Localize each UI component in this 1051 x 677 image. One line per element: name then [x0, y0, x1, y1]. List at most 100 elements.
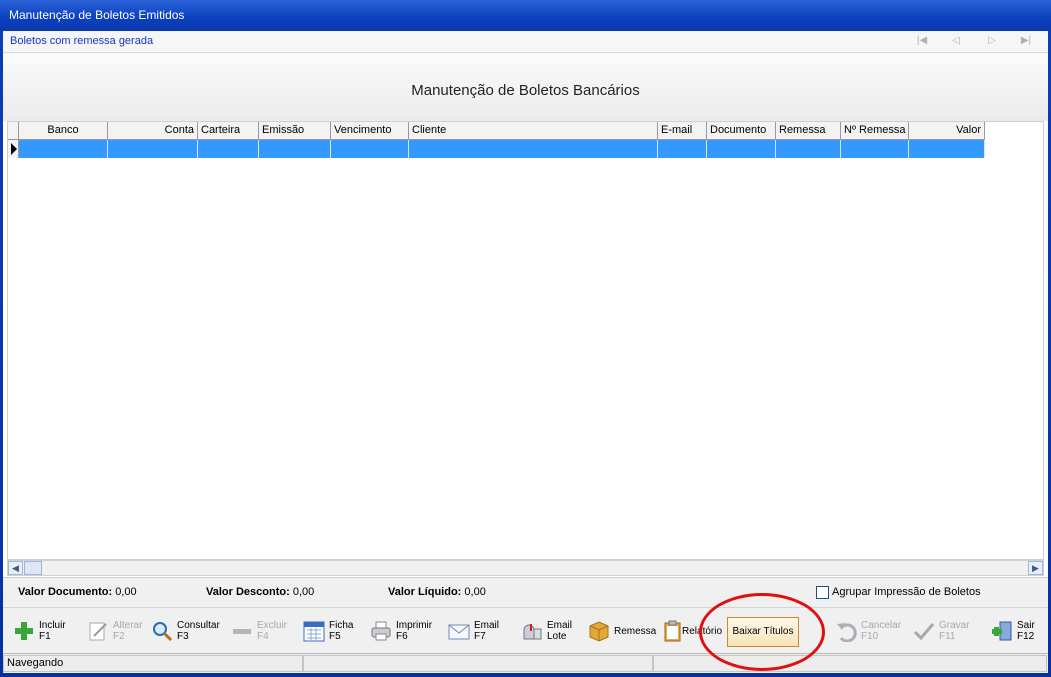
envelope-icon	[448, 620, 470, 642]
valor-desconto-label: Valor Desconto:	[206, 586, 290, 598]
imprimir-key: F6	[396, 631, 408, 642]
relatorio-label: Relatório	[682, 625, 723, 637]
status-bar: Navegando	[3, 653, 1048, 673]
incluir-key: F1	[39, 631, 51, 642]
email-key: F7	[474, 631, 486, 642]
status-panel-2	[303, 655, 653, 672]
cell-cliente[interactable]	[409, 140, 658, 158]
col-emissao[interactable]: Emissão	[259, 122, 331, 140]
checkmark-icon	[913, 620, 935, 642]
table-row[interactable]	[8, 140, 985, 158]
cell-email[interactable]	[658, 140, 707, 158]
cell-conta[interactable]	[108, 140, 198, 158]
imprimir-button[interactable]: Imprimir F6	[370, 614, 432, 648]
client-area: Boletos com remessa gerada |◀ ◁ ▷ ▶| Man…	[3, 31, 1048, 673]
email-lote-label-2: Lote	[547, 631, 567, 642]
ficha-button[interactable]: Ficha F5	[303, 614, 353, 648]
col-n-remessa[interactable]: Nº Remessa	[841, 122, 909, 140]
email-label: Email	[474, 620, 500, 631]
consultar-key: F3	[177, 631, 189, 642]
relatorio-button[interactable]: Relatório	[662, 614, 722, 648]
valor-desconto-value: 0,00	[292, 586, 315, 598]
cell-vencimento[interactable]	[331, 140, 409, 158]
excluir-label: Excluir	[257, 620, 288, 631]
gravar-button[interactable]: Gravar F11	[913, 614, 970, 648]
col-valor[interactable]: Valor	[909, 122, 985, 140]
row-indicator-header	[8, 122, 19, 140]
col-conta[interactable]: Conta	[108, 122, 198, 140]
calendar-icon	[303, 620, 325, 642]
printer-icon	[370, 620, 392, 642]
last-record-icon[interactable]: ▶|	[1019, 35, 1033, 47]
gravar-key: F11	[939, 631, 956, 642]
consultar-button[interactable]: Consultar F3	[151, 614, 220, 648]
sub-header: Boletos com remessa gerada |◀ ◁ ▷ ▶|	[3, 31, 1048, 53]
mailbox-icon	[521, 620, 543, 642]
ficha-label: Ficha	[329, 620, 354, 631]
alterar-key: F2	[113, 631, 125, 642]
cell-valor[interactable]	[909, 140, 985, 158]
col-remessa[interactable]: Remessa	[776, 122, 841, 140]
cell-remessa[interactable]	[776, 140, 841, 158]
col-cliente[interactable]: Cliente	[409, 122, 658, 140]
imprimir-label: Imprimir	[396, 620, 433, 631]
first-record-icon[interactable]: |◀	[915, 35, 929, 47]
cell-banco[interactable]	[19, 140, 108, 158]
sair-button[interactable]: Sair F12	[991, 614, 1035, 648]
cancelar-key: F10	[861, 631, 879, 642]
sair-key: F12	[1017, 631, 1035, 642]
scroll-left-icon[interactable]: ◀	[8, 561, 23, 575]
valor-desconto: Valor Desconto: 0,00	[206, 586, 314, 598]
cell-n-remessa[interactable]	[841, 140, 909, 158]
email-lote-label: Email	[547, 620, 573, 631]
baixar-titulos-button[interactable]: Baixar Títulos	[727, 617, 799, 647]
excluir-key: F4	[257, 631, 269, 642]
status-mode: Navegando	[3, 655, 303, 672]
app-window: Manutenção de Boletos Emitidos Boletos c…	[0, 0, 1051, 677]
exit-door-icon	[991, 620, 1013, 642]
scroll-right-icon[interactable]: ▶	[1028, 561, 1043, 575]
col-vencimento[interactable]: Vencimento	[331, 122, 409, 140]
alterar-label: Alterar	[113, 620, 143, 631]
magnifier-icon	[151, 620, 173, 642]
remessa-button[interactable]: Remessa	[588, 614, 656, 648]
page-title: Manutenção de Boletos Bancários	[411, 82, 640, 99]
clipboard-icon	[662, 620, 684, 642]
agrupar-checkbox[interactable]	[816, 586, 829, 599]
prev-record-icon[interactable]: ◁	[949, 35, 963, 47]
header-band: Manutenção de Boletos Bancários	[3, 53, 1048, 121]
cell-carteira[interactable]	[198, 140, 259, 158]
col-email[interactable]: E-mail	[658, 122, 707, 140]
cell-emissao[interactable]	[259, 140, 331, 158]
valor-liquido-value: 0,00	[464, 586, 486, 598]
incluir-button[interactable]: Incluir F1	[13, 614, 66, 648]
excluir-button[interactable]: Excluir F4	[231, 614, 287, 648]
agrupar-label[interactable]: Agrupar Impressão de Boletos	[832, 586, 981, 598]
col-carteira[interactable]: Carteira	[198, 122, 259, 140]
package-icon	[588, 620, 610, 642]
remessa-label: Remessa	[614, 625, 657, 637]
horizontal-scrollbar[interactable]: ◀ ▶	[7, 560, 1044, 576]
scroll-thumb[interactable]	[24, 561, 42, 575]
window-title: Manutenção de Boletos Emitidos	[0, 0, 1051, 31]
grid-header: Banco Conta Carteira Emissão Vencimento …	[8, 122, 985, 140]
email-button[interactable]: Email F7	[448, 614, 499, 648]
edit-icon	[87, 620, 109, 642]
minus-icon	[231, 620, 253, 642]
undo-icon	[835, 620, 857, 643]
col-documento[interactable]: Documento	[707, 122, 776, 140]
email-lote-button[interactable]: Email Lote	[521, 614, 572, 648]
col-banco[interactable]: Banco	[19, 122, 108, 140]
subtitle-link[interactable]: Boletos com remessa gerada	[10, 35, 153, 47]
cancelar-label: Cancelar	[861, 620, 902, 631]
cancelar-button[interactable]: Cancelar F10	[835, 614, 901, 648]
boletos-grid[interactable]: Banco Conta Carteira Emissão Vencimento …	[7, 121, 1044, 560]
valor-documento-value: 0,00	[115, 586, 137, 598]
alterar-button[interactable]: Alterar F2	[87, 614, 142, 648]
valor-documento-label: Valor Documento:	[18, 586, 113, 598]
ficha-key: F5	[329, 631, 341, 642]
gravar-label: Gravar	[939, 620, 970, 631]
plus-icon	[13, 620, 35, 642]
next-record-icon[interactable]: ▷	[985, 35, 999, 47]
cell-documento[interactable]	[707, 140, 776, 158]
